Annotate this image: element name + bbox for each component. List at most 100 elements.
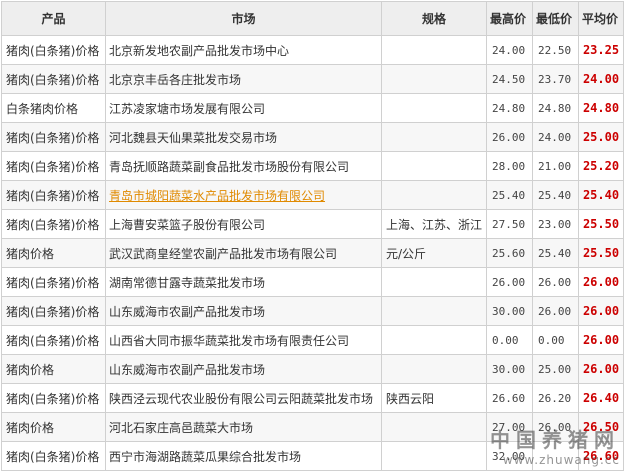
table-row: 猪肉(白条猪)价格 山东威海市农副产品批发市场 30.00 26.00 26.00 (1, 296, 624, 326)
spec-cell (381, 180, 487, 210)
product-cell: 猪肉(白条猪)价格 (1, 296, 106, 326)
high-price-cell: 26.60 (486, 383, 533, 413)
high-price-cell: 26.00 (486, 267, 533, 297)
high-price-cell: 26.00 (486, 122, 533, 152)
low-price-cell: 26.00 (532, 267, 579, 297)
product-cell: 猪肉价格 (1, 412, 106, 442)
avg-price-cell: 26.00 (578, 267, 624, 297)
avg-price-cell: 26.00 (578, 296, 624, 326)
product-cell: 猪肉(白条猪)价格 (1, 64, 106, 94)
product-cell: 猪肉(白条猪)价格 (1, 267, 106, 297)
low-price-cell: 26.00 (532, 296, 579, 326)
avg-price-cell: 26.00 (578, 325, 624, 355)
avg-price-cell: 26.00 (578, 354, 624, 384)
market-cell: 上海曹安菜篮子股份有限公司 (105, 209, 382, 239)
table-row: 猪肉(白条猪)价格 河北魏县天仙果菜批发交易市场 26.00 24.00 25.00 (1, 122, 624, 152)
avg-price-cell: 23.25 (578, 35, 624, 65)
table-row: 猪肉(白条猪)价格 青岛市城阳蔬菜水产品批发市场有限公司 25.40 25.40 25.… (1, 180, 624, 210)
table-row: 白条猪肉价格 江苏凌家塘市场发展有限公司 24.80 24.80 24.80 (1, 93, 624, 123)
market-cell: 山东威海市农副产品批发市场 (105, 296, 382, 326)
avg-price-cell: 24.00 (578, 64, 624, 94)
market-cell: 西宁市海湖路蔬菜瓜果综合批发市场 (105, 441, 382, 471)
product-cell: 猪肉(白条猪)价格 (1, 122, 106, 152)
high-price-cell: 24.80 (486, 93, 533, 123)
low-price-cell: 25.00 (532, 354, 579, 384)
price-table: 产品 市场 规格 最高价 最低价 平均价 猪肉(白条猪)价格 北京新发地农副产品批… (1, 1, 624, 471)
market-cell: 河北石家庄高邑蔬菜大市场 (105, 412, 382, 442)
spec-cell (381, 64, 487, 94)
product-cell: 猪肉价格 (1, 354, 106, 384)
table-row: 猪肉价格 山东威海市农副产品批发市场 30.00 25.00 26.00 (1, 354, 624, 384)
market-link[interactable]: 青岛市城阳蔬菜水产品批发市场有限公司 (109, 189, 325, 203)
table-row: 猪肉(白条猪)价格 上海曹安菜篮子股份有限公司 上海、江苏、浙江 27.50 23.00… (1, 209, 624, 239)
high-price-cell: 30.00 (486, 296, 533, 326)
spec-cell (381, 122, 487, 152)
table-row: 猪肉价格 武汉武商皇经堂农副产品批发市场有限公司 元/公斤 25.60 25.40 25.… (1, 238, 624, 268)
spec-cell: 陕西云阳 (381, 383, 487, 413)
low-price-cell: 23.70 (532, 64, 579, 94)
market-cell: 北京新发地农副产品批发市场中心 (105, 35, 382, 65)
high-price-cell: 30.00 (486, 354, 533, 384)
spec-cell (381, 296, 487, 326)
header-spec: 规格 (381, 1, 487, 36)
spec-cell (381, 441, 487, 471)
header-market: 市场 (105, 1, 382, 36)
avg-price-cell: 24.80 (578, 93, 624, 123)
avg-price-cell: 25.40 (578, 180, 624, 210)
product-cell: 猪肉价格 (1, 238, 106, 268)
spec-cell (381, 325, 487, 355)
low-price-cell: 26.20 (532, 383, 579, 413)
table-row: 猪肉(白条猪)价格 山西省大同市振华蔬菜批发市场有限责任公司 0.00 0.00 26.… (1, 325, 624, 355)
spec-cell (381, 412, 487, 442)
market-cell: 山西省大同市振华蔬菜批发市场有限责任公司 (105, 325, 382, 355)
low-price-cell: 26.00 (532, 412, 579, 442)
low-price-cell: 23.00 (532, 209, 579, 239)
low-price-cell: 25.40 (532, 238, 579, 268)
market-cell: 青岛市城阳蔬菜水产品批发市场有限公司 (105, 180, 382, 210)
product-cell: 猪肉(白条猪)价格 (1, 151, 106, 181)
product-cell: 猪肉(白条猪)价格 (1, 441, 106, 471)
header-high-price: 最高价 (486, 1, 533, 36)
market-cell: 陕西泾云现代农业股份有限公司云阳蔬菜批发市场 (105, 383, 382, 413)
market-cell: 江苏凌家塘市场发展有限公司 (105, 93, 382, 123)
product-cell: 猪肉(白条猪)价格 (1, 325, 106, 355)
high-price-cell: 24.50 (486, 64, 533, 94)
spec-cell (381, 35, 487, 65)
product-cell: 白条猪肉价格 (1, 93, 106, 123)
header-product: 产品 (1, 1, 106, 36)
table-row: 猪肉(白条猪)价格 北京新发地农副产品批发市场中心 24.00 22.50 23.25 (1, 35, 624, 65)
spec-cell (381, 354, 487, 384)
high-price-cell: 24.00 (486, 35, 533, 65)
market-cell: 湖南常德甘露寺蔬菜批发市场 (105, 267, 382, 297)
avg-price-cell: 25.50 (578, 209, 624, 239)
avg-price-cell: 26.50 (578, 412, 624, 442)
spec-cell (381, 93, 487, 123)
spec-cell (381, 151, 487, 181)
table-row: 猪肉(白条猪)价格 西宁市海湖路蔬菜瓜果综合批发市场 32.00 26.60 (1, 441, 624, 471)
low-price-cell: 21.00 (532, 151, 579, 181)
product-cell: 猪肉(白条猪)价格 (1, 180, 106, 210)
market-cell: 北京京丰岳各庄批发市场 (105, 64, 382, 94)
low-price-cell: 22.50 (532, 35, 579, 65)
high-price-cell: 27.00 (486, 412, 533, 442)
high-price-cell: 32.00 (486, 441, 533, 471)
spec-cell: 上海、江苏、浙江 (381, 209, 487, 239)
low-price-cell (532, 441, 579, 471)
avg-price-cell: 25.50 (578, 238, 624, 268)
product-cell: 猪肉(白条猪)价格 (1, 383, 106, 413)
table-row: 猪肉(白条猪)价格 北京京丰岳各庄批发市场 24.50 23.70 24.00 (1, 64, 624, 94)
spec-cell (381, 267, 487, 297)
low-price-cell: 24.80 (532, 93, 579, 123)
header-avg-price: 平均价 (578, 1, 624, 36)
high-price-cell: 25.60 (486, 238, 533, 268)
table-row: 猪肉(白条猪)价格 青岛抚顺路蔬菜副食品批发市场股份有限公司 28.00 21.00 2… (1, 151, 624, 181)
product-cell: 猪肉(白条猪)价格 (1, 35, 106, 65)
low-price-cell: 0.00 (532, 325, 579, 355)
avg-price-cell: 25.00 (578, 122, 624, 152)
high-price-cell: 28.00 (486, 151, 533, 181)
high-price-cell: 27.50 (486, 209, 533, 239)
low-price-cell: 25.40 (532, 180, 579, 210)
header-low-price: 最低价 (532, 1, 579, 36)
avg-price-cell: 26.40 (578, 383, 624, 413)
spec-cell: 元/公斤 (381, 238, 487, 268)
